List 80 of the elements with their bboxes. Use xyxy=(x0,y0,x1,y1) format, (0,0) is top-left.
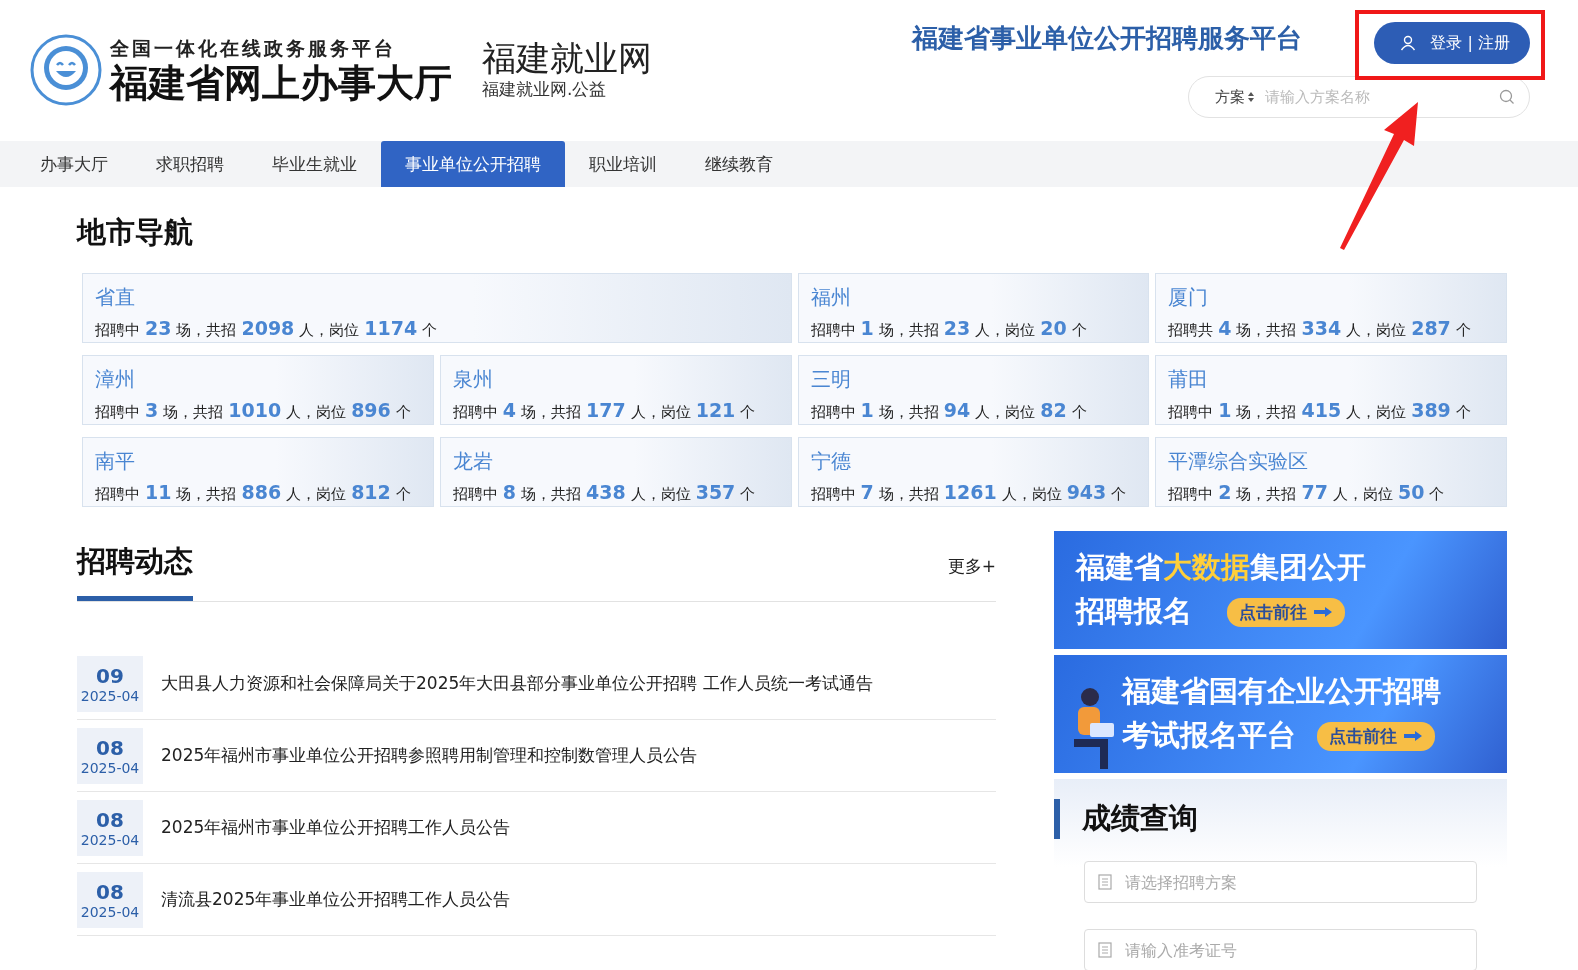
city-stats: 招聘中 3 场，共招 1010 人，岗位 896 个 xyxy=(95,399,412,422)
nav-tab[interactable]: 事业单位公开招聘 xyxy=(381,141,565,187)
date-day: 09 xyxy=(96,663,124,688)
promo-banner[interactable]: 福建省大数据集团公开 招聘报名 点击前往 xyxy=(1054,531,1507,649)
promo-banner[interactable]: 福建省国有企业公开招聘 考试报名平台 点击前往 xyxy=(1054,655,1507,773)
city-name: 泉州 xyxy=(452,366,494,393)
date-day: 08 xyxy=(96,879,124,904)
section-title: 招聘动态 xyxy=(77,531,193,601)
section-title: 地市导航 xyxy=(77,214,194,251)
banner-headline: 考试报名平台 xyxy=(1122,717,1297,754)
input-field[interactable]: 请选择招聘方案 xyxy=(1084,861,1477,903)
city-name: 福州 xyxy=(810,284,852,311)
city-stats: 招聘中 11 场，共招 886 人，岗位 812 个 xyxy=(95,481,412,504)
platform-title: 福建省事业单位公开招聘服务平台 xyxy=(912,22,1303,55)
site-logo-title: 福建省网上办事大厅 xyxy=(110,62,452,104)
user-icon xyxy=(1400,35,1417,51)
date-month: 2025-04 xyxy=(80,903,140,920)
city-stats: 招聘中 8 场，共招 438 人，岗位 357 个 xyxy=(452,481,757,504)
city-stats: 招聘中 1 场，共招 415 人，岗位 389 个 xyxy=(1168,399,1472,422)
news-link[interactable]: 2025年福州市事业单位公开招聘工作人员公告 xyxy=(161,816,511,839)
banner-headline: 招聘报名 xyxy=(1076,593,1193,630)
city-card[interactable]: 福州 招聘中 1 场，共招 23 人，岗位 20 个 xyxy=(797,273,1150,343)
date-month: 2025-04 xyxy=(80,831,140,848)
banner-headline: 福建省大数据集团公开 xyxy=(1076,549,1366,586)
city-name: 省直 xyxy=(95,284,136,311)
city-card[interactable]: 宁德 招聘中 7 场，共招 1261 人，岗位 943 个 xyxy=(797,437,1150,507)
platform-slogan: 全国一体化在线政务服务平台 xyxy=(110,36,397,62)
city-card[interactable]: 三明 招聘中 1 场，共招 94 人，岗位 82 个 xyxy=(797,355,1150,425)
sort-caret-icon xyxy=(1247,91,1255,103)
city-stats: 招聘中 23 场，共招 2098 人，岗位 1174 个 xyxy=(95,317,439,340)
city-name: 厦门 xyxy=(1168,284,1210,311)
city-card[interactable]: 省直 招聘中 23 场，共招 2098 人，岗位 1174 个 xyxy=(82,273,792,343)
banner-headline: 福建省国有企业公开招聘 xyxy=(1122,673,1441,710)
nav-tab[interactable]: 办事大厅 xyxy=(16,141,132,187)
nav-tab[interactable]: 职业培训 xyxy=(565,141,681,187)
more-link[interactable]: 更多+ xyxy=(947,554,996,578)
city-name: 漳州 xyxy=(95,366,136,393)
date-month: 2025-04 xyxy=(80,759,140,776)
site-name: 福建就业网 xyxy=(482,38,652,79)
city-name: 三明 xyxy=(810,366,852,393)
city-name: 南平 xyxy=(95,448,136,475)
login-register-button[interactable]: 登录 | 注册 xyxy=(1374,22,1530,64)
city-card[interactable]: 漳州 招聘中 3 场，共招 1010 人，岗位 896 个 xyxy=(82,355,434,425)
city-card[interactable]: 南平 招聘中 11 场，共招 886 人，岗位 812 个 xyxy=(82,437,434,507)
city-name: 龙岩 xyxy=(452,448,494,475)
nav-tab[interactable]: 继续教育 xyxy=(681,141,797,187)
news-link[interactable]: 清流县2025年事业单位公开招聘工作人员公告 xyxy=(161,888,511,911)
city-card[interactable]: 莆田 招聘中 1 场，共招 415 人，岗位 389 个 xyxy=(1155,355,1507,425)
banner-cta-button[interactable]: 点击前往 xyxy=(1316,721,1435,751)
city-stats: 招聘中 1 场，共招 23 人，岗位 20 个 xyxy=(810,317,1088,340)
date-day: 08 xyxy=(96,735,124,760)
city-card[interactable]: 平潭综合实验区 招聘中 2 场，共招 77 人，岗位 50 个 xyxy=(1155,437,1507,507)
search-icon[interactable] xyxy=(1499,89,1515,105)
nav-tab[interactable]: 毕业生就业 xyxy=(248,141,381,187)
city-stats: 招聘中 2 场，共招 77 人，岗位 50 个 xyxy=(1168,481,1446,504)
date-month: 2025-04 xyxy=(80,687,140,704)
document-icon xyxy=(1098,874,1112,890)
nav-tab[interactable]: 求职招聘 xyxy=(132,141,248,187)
city-card[interactable]: 龙岩 招聘中 8 场，共招 438 人，岗位 357 个 xyxy=(439,437,792,507)
city-stats: 招聘中 1 场，共招 94 人，岗位 82 个 xyxy=(810,399,1088,422)
panel-title: 成绩查询 xyxy=(1054,799,1477,839)
city-name: 平潭综合实验区 xyxy=(1168,448,1310,475)
city-stats: 招聘中 7 场，共招 1261 人，岗位 943 个 xyxy=(810,481,1128,504)
emblem-logo-icon xyxy=(30,34,102,106)
city-stats: 招聘中 4 场，共招 177 人，岗位 121 个 xyxy=(452,399,757,422)
input-field[interactable]: 请输入准考证号 xyxy=(1084,929,1477,970)
right-arrow-icon xyxy=(1402,730,1423,742)
city-card[interactable]: 厦门 招聘共 4 场，共招 334 人，岗位 287 个 xyxy=(1155,273,1507,343)
city-name: 莆田 xyxy=(1168,366,1210,393)
city-card[interactable]: 泉州 招聘中 4 场，共招 177 人，岗位 121 个 xyxy=(439,355,792,425)
news-link[interactable]: 大田县人力资源和社会保障局关于2025年大田县部分事业单位公开招聘 工作人员统一考试通告 xyxy=(161,672,873,695)
news-link[interactable]: 2025年福州市事业单位公开招聘参照聘用制管理和控制数管理人员公告 xyxy=(161,744,698,767)
scope-select[interactable]: 方案 xyxy=(1215,87,1255,107)
city-name: 宁德 xyxy=(810,448,852,475)
banner-cta-button[interactable]: 点击前往 xyxy=(1227,597,1345,627)
document-icon xyxy=(1098,942,1112,958)
site-subtitle: 福建就业网.公益 xyxy=(482,78,608,102)
right-arrow-icon xyxy=(1313,606,1333,618)
date-day: 08 xyxy=(96,807,124,832)
city-stats: 招聘共 4 场，共招 334 人，岗位 287 个 xyxy=(1168,317,1472,340)
